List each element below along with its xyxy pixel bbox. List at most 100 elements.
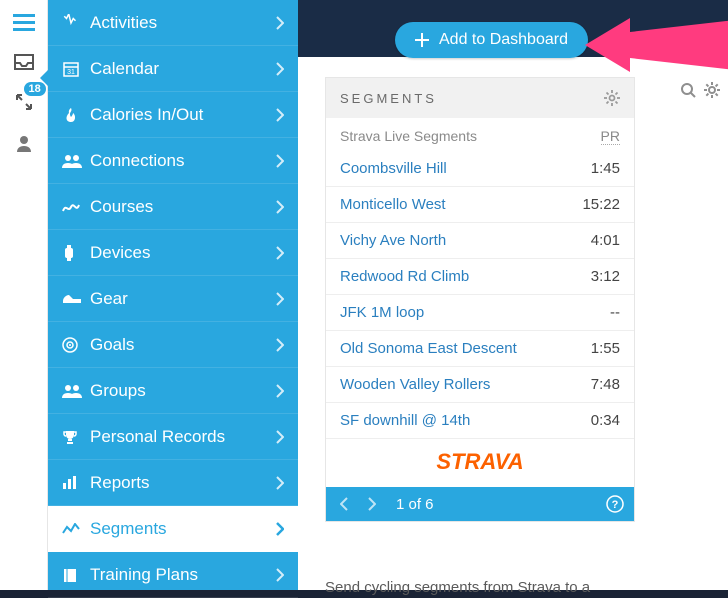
chevron-right-icon	[276, 108, 284, 122]
segment-name[interactable]: Old Sonoma East Descent	[340, 340, 517, 357]
training-plans-icon	[62, 567, 90, 583]
segment-name[interactable]: JFK 1M loop	[340, 304, 424, 321]
reports-icon	[62, 476, 90, 490]
sidebar-item-label: Courses	[90, 197, 276, 217]
sidebar-item-reports[interactable]: Reports	[48, 460, 298, 506]
chevron-right-icon	[276, 384, 284, 398]
sidebar-item-segments[interactable]: Segments	[48, 506, 298, 552]
connections-icon	[62, 154, 90, 168]
segment-name[interactable]: Coombsville Hill	[340, 160, 447, 177]
sidebar-item-label: Personal Records	[90, 427, 276, 447]
sidebar-item-label: Groups	[90, 381, 276, 401]
subhead-left: Strava Live Segments	[340, 128, 477, 145]
hamburger-pointer	[40, 70, 48, 86]
pager-info: 1 of 6	[392, 496, 594, 513]
sidebar-item-label: Devices	[90, 243, 276, 263]
widget-footer: 1 of 6 ?	[326, 487, 634, 521]
segment-name[interactable]: Monticello West	[340, 196, 446, 213]
segment-row: JFK 1M loop--	[326, 295, 634, 331]
profile-icon[interactable]	[15, 134, 33, 152]
segment-row: Vichy Ave North 4:01	[326, 223, 634, 259]
chevron-right-icon	[276, 568, 284, 582]
widget-description: Send cycling segments from Strava to a	[325, 579, 590, 596]
segment-name[interactable]: Redwood Rd Climb	[340, 268, 469, 285]
svg-text:31: 31	[67, 69, 75, 76]
sidebar-item-label: Reports	[90, 473, 276, 493]
topbar-right-icons	[680, 82, 720, 98]
segment-name[interactable]: SF downhill @ 14th	[340, 412, 470, 429]
sidebar-item-training-plans[interactable]: Training Plans	[48, 552, 298, 598]
sidebar-item-activities[interactable]: Activities	[48, 0, 298, 46]
segment-time: 3:12	[591, 268, 620, 285]
segment-row: Redwood Rd Climb 3:12	[326, 259, 634, 295]
widget-subheader: Strava Live Segments PR	[326, 118, 634, 151]
hamburger-icon[interactable]	[13, 14, 35, 32]
segment-time: 4:01	[591, 232, 620, 249]
inbox-icon[interactable]	[14, 54, 34, 70]
settings-gear-icon[interactable]	[704, 82, 720, 98]
segments-widget: SEGMENTS Strava Live Segments PR Coombsv…	[325, 77, 635, 522]
sidebar-item-connections[interactable]: Connections	[48, 138, 298, 184]
segment-row: Monticello West 15:22	[326, 187, 634, 223]
sidebar-item-calories[interactable]: Calories In/Out	[48, 92, 298, 138]
sidebar-item-label: Training Plans	[90, 565, 276, 585]
sidebar: Activities 31 Calendar Calories In/Out C…	[48, 0, 298, 590]
segment-row: SF downhill @ 14th 0:34	[326, 403, 634, 439]
sidebar-item-goals[interactable]: Goals	[48, 322, 298, 368]
widget-header: SEGMENTS	[326, 78, 634, 118]
activities-icon	[62, 14, 90, 32]
segment-row: Wooden Valley Rollers 7:48	[326, 367, 634, 403]
segments-icon	[62, 523, 90, 535]
shoe-icon	[62, 293, 90, 305]
chevron-right-icon	[276, 62, 284, 76]
plus-icon	[415, 33, 429, 47]
chevron-right-icon	[276, 430, 284, 444]
subhead-pr: PR	[601, 128, 620, 145]
pager-prev-icon[interactable]	[336, 495, 352, 513]
search-icon[interactable]	[680, 82, 696, 98]
sidebar-item-devices[interactable]: Devices	[48, 230, 298, 276]
sidebar-item-label: Goals	[90, 335, 276, 355]
goals-icon	[62, 337, 90, 353]
calendar-icon: 31	[62, 60, 90, 78]
devices-icon	[62, 244, 90, 262]
groups-icon	[62, 384, 90, 398]
sidebar-item-label: Gear	[90, 289, 276, 309]
segment-time: 1:55	[591, 340, 620, 357]
chevron-right-icon	[276, 522, 284, 536]
sidebar-item-groups[interactable]: Groups	[48, 368, 298, 414]
strava-logo: STRAVA	[326, 439, 634, 487]
help-icon[interactable]: ?	[606, 495, 624, 513]
sidebar-item-calendar[interactable]: 31 Calendar	[48, 46, 298, 92]
courses-icon	[62, 201, 90, 213]
chevron-right-icon	[276, 16, 284, 30]
segment-time: 15:22	[582, 196, 620, 213]
sync-icon[interactable]: 18	[14, 92, 34, 112]
add-button-label: Add to Dashboard	[439, 31, 568, 49]
segment-row: Coombsville Hill 1:45	[326, 151, 634, 187]
left-rail: 18	[0, 0, 48, 590]
chevron-right-icon	[276, 292, 284, 306]
segment-row: Old Sonoma East Descent 1:55	[326, 331, 634, 367]
svg-text:?: ?	[612, 499, 619, 511]
widget-settings-icon[interactable]	[604, 90, 620, 106]
segment-name[interactable]: Wooden Valley Rollers	[340, 376, 490, 393]
widget-title: SEGMENTS	[340, 91, 437, 106]
chevron-right-icon	[276, 246, 284, 260]
sidebar-item-label: Calendar	[90, 59, 276, 79]
sidebar-item-label: Segments	[90, 519, 276, 539]
add-to-dashboard-button[interactable]: Add to Dashboard	[395, 22, 588, 58]
segment-time: 0:34	[591, 412, 620, 429]
chevron-right-icon	[276, 476, 284, 490]
chevron-right-icon	[276, 154, 284, 168]
calories-icon	[62, 106, 90, 124]
segment-time: 1:45	[591, 160, 620, 177]
pager-next-icon[interactable]	[364, 495, 380, 513]
segment-name[interactable]: Vichy Ave North	[340, 232, 446, 249]
sidebar-item-label: Connections	[90, 151, 276, 171]
trophy-icon	[62, 429, 90, 445]
sidebar-item-personal-records[interactable]: Personal Records	[48, 414, 298, 460]
sidebar-item-courses[interactable]: Courses	[48, 184, 298, 230]
sidebar-item-gear[interactable]: Gear	[48, 276, 298, 322]
segment-time: 7:48	[591, 376, 620, 393]
